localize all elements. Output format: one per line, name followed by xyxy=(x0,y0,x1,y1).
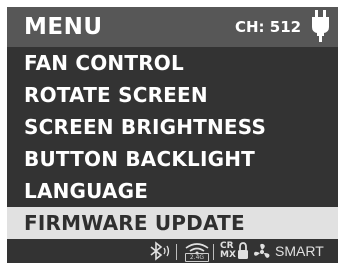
frequency-badge: 2.4G xyxy=(185,253,209,262)
menu-item-button-backlight[interactable]: BUTTON BACKLIGHT xyxy=(7,143,338,175)
status-divider xyxy=(213,244,214,260)
fan-icon xyxy=(254,243,270,258)
menu-item-rotate-screen[interactable]: ROTATE SCREEN xyxy=(7,79,338,111)
device-screen: MENU CH: 512 FAN CONTROL ROTATE SCREEN S… xyxy=(7,7,338,263)
menu-list: FAN CONTROL ROTATE SCREEN SCREEN BRIGHTN… xyxy=(7,47,338,239)
status-divider xyxy=(176,244,177,260)
channel-readout: CH: 512 xyxy=(235,18,302,36)
menu-item-fan-control[interactable]: FAN CONTROL xyxy=(7,47,338,79)
menu-header: MENU CH: 512 xyxy=(7,7,338,47)
menu-item-firmware-update[interactable]: FIRMWARE UPDATE xyxy=(7,207,338,239)
status-bar: 2.4G CR MX SMART xyxy=(7,239,338,263)
mode-label: SMART xyxy=(275,243,324,259)
plug-icon xyxy=(312,10,329,42)
lock-icon xyxy=(238,242,248,259)
crmx-label: CR MX xyxy=(220,241,236,260)
menu-item-language[interactable]: LANGUAGE xyxy=(7,175,338,207)
page-title: MENU xyxy=(24,14,103,40)
bluetooth-icon xyxy=(150,241,170,261)
menu-item-screen-brightness[interactable]: SCREEN BRIGHTNESS xyxy=(7,111,338,143)
